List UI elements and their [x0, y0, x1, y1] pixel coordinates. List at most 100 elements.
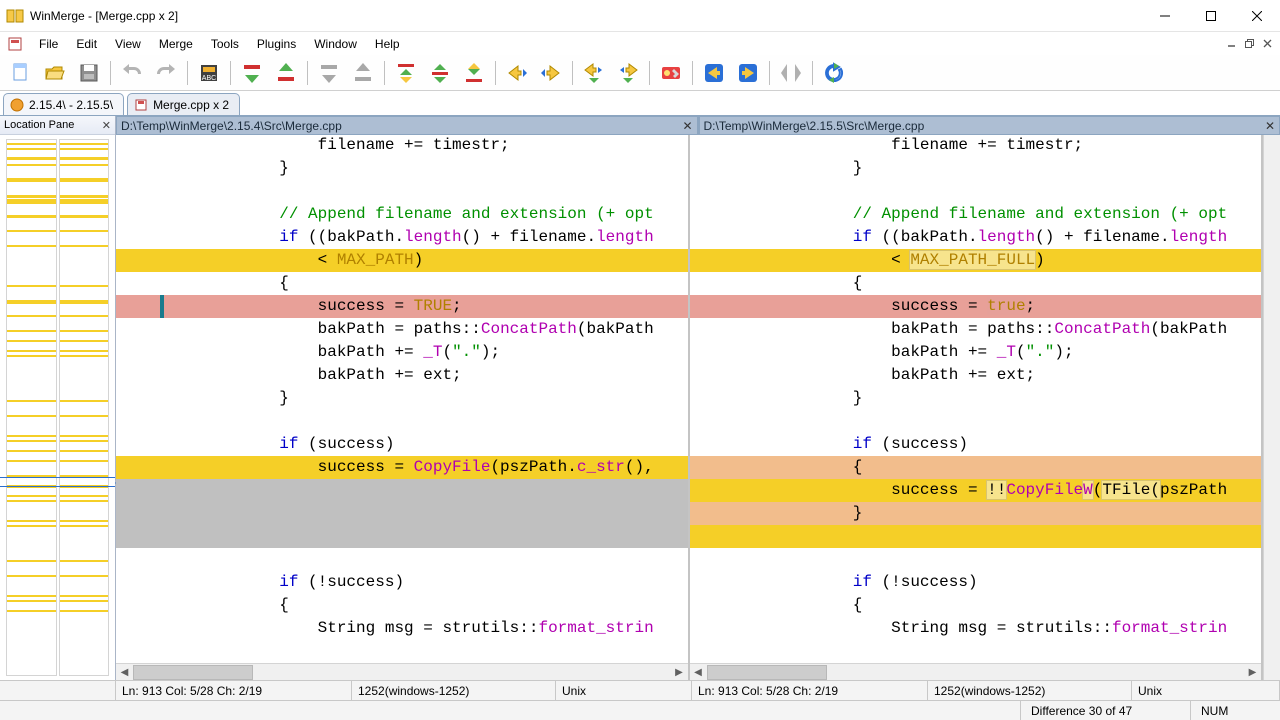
- scroll-right-arrow-icon[interactable]: ▶: [1244, 664, 1261, 681]
- left-pane-header[interactable]: D:\Temp\WinMerge\2.15.4\Src\Merge.cpp ✕: [116, 116, 698, 135]
- location-pane-close-button[interactable]: ✕: [102, 119, 111, 132]
- last-diff-button[interactable]: [458, 57, 490, 89]
- code-line[interactable]: }: [690, 387, 1262, 410]
- save-button[interactable]: [73, 57, 105, 89]
- copy-left-advance-button[interactable]: [612, 57, 644, 89]
- code-line[interactable]: [116, 525, 688, 548]
- menu-edit[interactable]: Edit: [67, 35, 106, 53]
- next-conflict-button[interactable]: [313, 57, 345, 89]
- location-track-right[interactable]: [59, 139, 110, 676]
- code-line[interactable]: [116, 410, 688, 433]
- code-line[interactable]: }: [690, 502, 1262, 525]
- copy-right-button[interactable]: [501, 57, 533, 89]
- vertical-scrollbar[interactable]: [1263, 135, 1280, 680]
- show-whitespace-button[interactable]: ABC: [193, 57, 225, 89]
- code-line[interactable]: {: [690, 272, 1262, 295]
- left-editor[interactable]: filename += timestr; } // Append filenam…: [116, 135, 688, 663]
- undo-button[interactable]: [116, 57, 148, 89]
- scroll-right-arrow-icon[interactable]: ▶: [671, 664, 688, 681]
- auto-merge-button[interactable]: [775, 57, 807, 89]
- copy-right-advance-button[interactable]: [578, 57, 610, 89]
- scroll-thumb[interactable]: [707, 665, 827, 680]
- code-line[interactable]: [116, 479, 688, 502]
- menu-file[interactable]: File: [30, 35, 67, 53]
- mdi-doc-icon[interactable]: [6, 35, 24, 53]
- minimize-button[interactable]: [1142, 1, 1188, 31]
- status-right-enc[interactable]: 1252(windows-1252): [928, 681, 1132, 700]
- code-line[interactable]: bakPath += _T(".");: [690, 341, 1262, 364]
- code-line[interactable]: success = TRUE;: [116, 295, 688, 318]
- maximize-button[interactable]: [1188, 1, 1234, 31]
- code-line[interactable]: if (!success): [116, 571, 688, 594]
- new-button[interactable]: [5, 57, 37, 89]
- right-horizontal-scrollbar[interactable]: ◀ ▶: [690, 663, 1262, 680]
- code-line[interactable]: {: [690, 594, 1262, 617]
- status-right-eol[interactable]: Unix: [1132, 681, 1280, 700]
- code-line[interactable]: [690, 525, 1262, 548]
- code-line[interactable]: bakPath = paths::ConcatPath(bakPath: [690, 318, 1262, 341]
- status-left-enc[interactable]: 1252(windows-1252): [352, 681, 556, 700]
- options-button[interactable]: [655, 57, 687, 89]
- tab-folder-compare[interactable]: 2.15.4\ - 2.15.5\: [3, 93, 124, 115]
- status-left-eol[interactable]: Unix: [556, 681, 692, 700]
- prev-conflict-button[interactable]: [347, 57, 379, 89]
- menu-view[interactable]: View: [106, 35, 150, 53]
- code-line[interactable]: String msg = strutils::format_strin: [116, 617, 688, 640]
- menu-plugins[interactable]: Plugins: [248, 35, 305, 53]
- code-line[interactable]: }: [116, 157, 688, 180]
- code-line[interactable]: filename += timestr;: [690, 135, 1262, 157]
- close-button[interactable]: [1234, 1, 1280, 31]
- code-line[interactable]: success = CopyFile(pszPath.c_str(),: [116, 456, 688, 479]
- code-line[interactable]: [690, 180, 1262, 203]
- code-line[interactable]: bakPath += ext;: [116, 364, 688, 387]
- location-track-left[interactable]: [6, 139, 57, 676]
- all-left-button[interactable]: [732, 57, 764, 89]
- redo-button[interactable]: [150, 57, 182, 89]
- code-line[interactable]: bakPath += ext;: [690, 364, 1262, 387]
- right-pane-header[interactable]: D:\Temp\WinMerge\2.15.5\Src\Merge.cpp ✕: [698, 116, 1280, 135]
- refresh-button[interactable]: [818, 57, 850, 89]
- menu-window[interactable]: Window: [305, 35, 366, 53]
- open-button[interactable]: [39, 57, 71, 89]
- scroll-left-arrow-icon[interactable]: ◀: [116, 664, 133, 681]
- code-line[interactable]: {: [116, 272, 688, 295]
- code-line[interactable]: filename += timestr;: [116, 135, 688, 157]
- mdi-restore-button[interactable]: [1240, 36, 1258, 52]
- left-horizontal-scrollbar[interactable]: ◀ ▶: [116, 663, 688, 680]
- code-line[interactable]: [116, 548, 688, 571]
- code-line[interactable]: [116, 180, 688, 203]
- code-line[interactable]: [690, 548, 1262, 571]
- code-line[interactable]: < MAX_PATH): [116, 249, 688, 272]
- code-line[interactable]: if (success): [690, 433, 1262, 456]
- code-line[interactable]: bakPath += _T(".");: [116, 341, 688, 364]
- current-diff-button[interactable]: [424, 57, 456, 89]
- right-pane-close-button[interactable]: ✕: [1265, 119, 1275, 133]
- all-right-button[interactable]: [698, 57, 730, 89]
- right-editor[interactable]: filename += timestr; } // Append filenam…: [690, 135, 1262, 663]
- copy-left-button[interactable]: [535, 57, 567, 89]
- code-line[interactable]: if (success): [116, 433, 688, 456]
- code-line[interactable]: }: [116, 387, 688, 410]
- left-pane-close-button[interactable]: ✕: [682, 119, 692, 133]
- code-line[interactable]: success = !!CopyFileW(TFile(pszPath: [690, 479, 1262, 502]
- code-line[interactable]: < MAX_PATH_FULL): [690, 249, 1262, 272]
- code-line[interactable]: if (!success): [690, 571, 1262, 594]
- code-line[interactable]: if ((bakPath.length() + filename.length: [690, 226, 1262, 249]
- code-line[interactable]: [116, 502, 688, 525]
- code-line[interactable]: success = true;: [690, 295, 1262, 318]
- scroll-left-arrow-icon[interactable]: ◀: [690, 664, 707, 681]
- scroll-thumb[interactable]: [133, 665, 253, 680]
- code-line[interactable]: {: [116, 594, 688, 617]
- code-line[interactable]: String msg = strutils::format_strin: [690, 617, 1262, 640]
- code-line[interactable]: }: [690, 157, 1262, 180]
- tab-file-compare[interactable]: Merge.cpp x 2: [127, 93, 240, 115]
- menu-help[interactable]: Help: [366, 35, 409, 53]
- code-line[interactable]: // Append filename and extension (+ opt: [116, 203, 688, 226]
- mdi-close-button[interactable]: [1258, 36, 1276, 52]
- location-pane-body[interactable]: [0, 135, 115, 680]
- code-line[interactable]: if ((bakPath.length() + filename.length: [116, 226, 688, 249]
- code-line[interactable]: // Append filename and extension (+ opt: [690, 203, 1262, 226]
- location-viewport-indicator[interactable]: [0, 477, 115, 487]
- code-line[interactable]: {: [690, 456, 1262, 479]
- next-diff-button[interactable]: [236, 57, 268, 89]
